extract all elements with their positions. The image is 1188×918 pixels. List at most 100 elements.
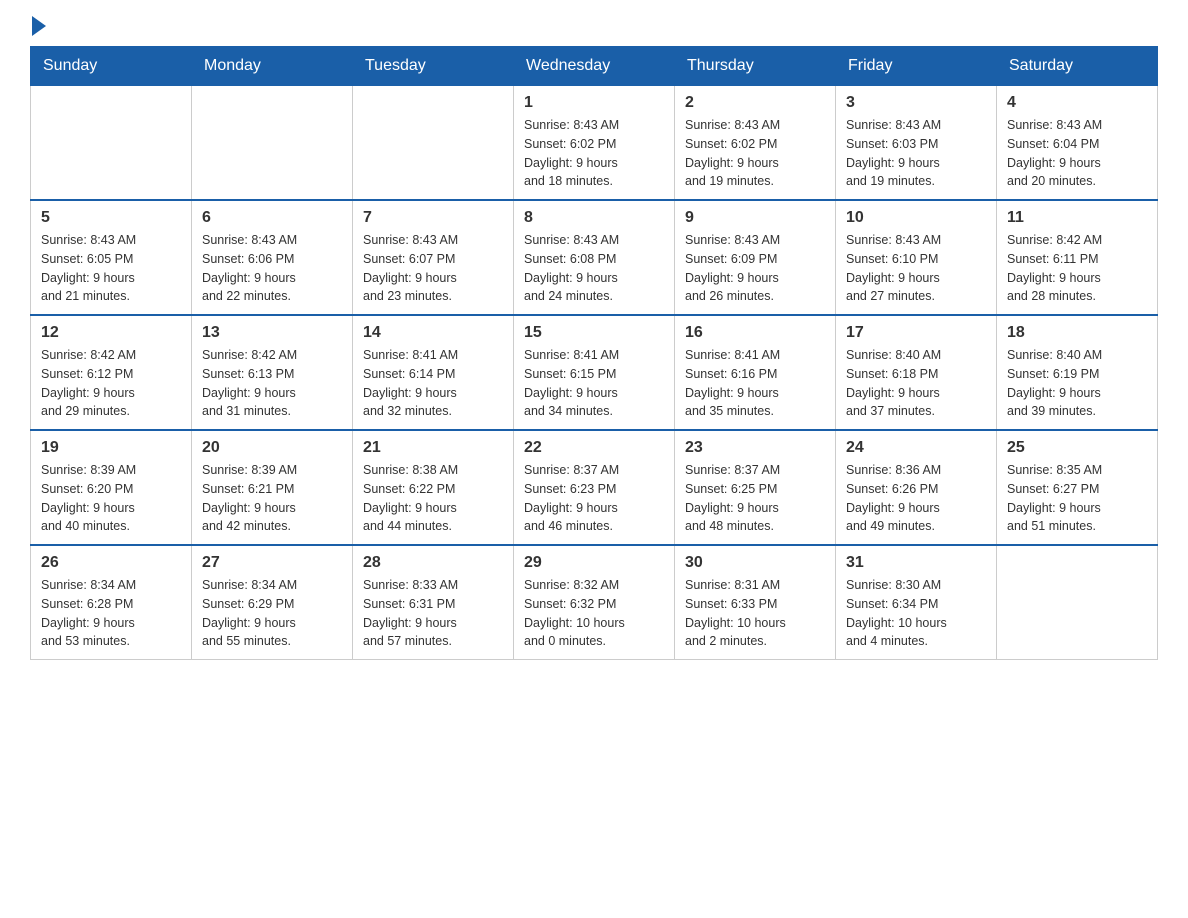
day-info: Sunrise: 8:32 AM Sunset: 6:32 PM Dayligh… xyxy=(524,576,664,651)
day-number: 21 xyxy=(363,439,503,457)
day-number: 25 xyxy=(1007,439,1147,457)
calendar-cell: 7 Sunrise: 8:43 AM Sunset: 6:07 PM Daylig… xyxy=(353,200,514,315)
day-info: Sunrise: 8:39 AM Sunset: 6:21 PM Dayligh… xyxy=(202,461,342,536)
day-info: Sunrise: 8:36 AM Sunset: 6:26 PM Dayligh… xyxy=(846,461,986,536)
day-info: Sunrise: 8:43 AM Sunset: 6:10 PM Dayligh… xyxy=(846,231,986,306)
day-info: Sunrise: 8:43 AM Sunset: 6:08 PM Dayligh… xyxy=(524,231,664,306)
day-info: Sunrise: 8:34 AM Sunset: 6:29 PM Dayligh… xyxy=(202,576,342,651)
day-number: 9 xyxy=(685,209,825,227)
day-number: 1 xyxy=(524,94,664,112)
logo xyxy=(30,20,46,36)
day-info: Sunrise: 8:41 AM Sunset: 6:15 PM Dayligh… xyxy=(524,346,664,421)
day-number: 23 xyxy=(685,439,825,457)
calendar-cell: 29Sunrise: 8:32 AM Sunset: 6:32 PM Dayli… xyxy=(514,545,675,660)
day-info: Sunrise: 8:39 AM Sunset: 6:20 PM Dayligh… xyxy=(41,461,181,536)
calendar-cell: 14 Sunrise: 8:41 AM Sunset: 6:14 PM Dayli… xyxy=(353,315,514,430)
day-info: Sunrise: 8:42 AM Sunset: 6:11 PM Dayligh… xyxy=(1007,231,1147,306)
day-number: 13 xyxy=(202,324,342,342)
calendar-cell: 28 Sunrise: 8:33 AM Sunset: 6:31 PM Dayli… xyxy=(353,545,514,660)
weekday-header-tuesday: Tuesday xyxy=(353,47,514,86)
calendar-cell: 13 Sunrise: 8:42 AM Sunset: 6:13 PM Dayli… xyxy=(192,315,353,430)
day-info: Sunrise: 8:42 AM Sunset: 6:12 PM Dayligh… xyxy=(41,346,181,421)
day-number: 31 xyxy=(846,554,986,572)
day-number: 3 xyxy=(846,94,986,112)
day-number: 14 xyxy=(363,324,503,342)
day-info: Sunrise: 8:40 AM Sunset: 6:19 PM Dayligh… xyxy=(1007,346,1147,421)
day-info: Sunrise: 8:40 AM Sunset: 6:18 PM Dayligh… xyxy=(846,346,986,421)
day-info: Sunrise: 8:43 AM Sunset: 6:06 PM Dayligh… xyxy=(202,231,342,306)
calendar-cell: 31 Sunrise: 8:30 AM Sunset: 6:34 PM Dayli… xyxy=(836,545,997,660)
calendar-cell: 1 Sunrise: 8:43 AM Sunset: 6:02 PM Daylig… xyxy=(514,86,675,201)
weekday-header-monday: Monday xyxy=(192,47,353,86)
day-info: Sunrise: 8:34 AM Sunset: 6:28 PM Dayligh… xyxy=(41,576,181,651)
day-info: Sunrise: 8:43 AM Sunset: 6:02 PM Dayligh… xyxy=(524,116,664,191)
calendar-table: SundayMondayTuesdayWednesdayThursdayFrid… xyxy=(30,46,1158,660)
calendar-cell: 23 Sunrise: 8:37 AM Sunset: 6:25 PM Dayli… xyxy=(675,430,836,545)
day-info: Sunrise: 8:43 AM Sunset: 6:07 PM Dayligh… xyxy=(363,231,503,306)
day-number: 18 xyxy=(1007,324,1147,342)
calendar-cell: 11 Sunrise: 8:42 AM Sunset: 6:11 PM Dayli… xyxy=(997,200,1158,315)
calendar-cell: 2 Sunrise: 8:43 AM Sunset: 6:02 PM Daylig… xyxy=(675,86,836,201)
weekday-header-thursday: Thursday xyxy=(675,47,836,86)
calendar-cell: 24 Sunrise: 8:36 AM Sunset: 6:26 PM Dayli… xyxy=(836,430,997,545)
day-info: Sunrise: 8:43 AM Sunset: 6:05 PM Dayligh… xyxy=(41,231,181,306)
day-number: 10 xyxy=(846,209,986,227)
calendar-cell: 3 Sunrise: 8:43 AM Sunset: 6:03 PM Daylig… xyxy=(836,86,997,201)
day-number: 24 xyxy=(846,439,986,457)
weekday-header-row: SundayMondayTuesdayWednesdayThursdayFrid… xyxy=(31,47,1158,86)
day-info: Sunrise: 8:38 AM Sunset: 6:22 PM Dayligh… xyxy=(363,461,503,536)
day-info: Sunrise: 8:43 AM Sunset: 6:03 PM Dayligh… xyxy=(846,116,986,191)
calendar-week-5: 26 Sunrise: 8:34 AM Sunset: 6:28 PM Dayli… xyxy=(31,545,1158,660)
day-info: Sunrise: 8:37 AM Sunset: 6:23 PM Dayligh… xyxy=(524,461,664,536)
day-info: Sunrise: 8:41 AM Sunset: 6:14 PM Dayligh… xyxy=(363,346,503,421)
day-number: 4 xyxy=(1007,94,1147,112)
calendar-week-4: 19Sunrise: 8:39 AM Sunset: 6:20 PM Dayli… xyxy=(31,430,1158,545)
day-number: 17 xyxy=(846,324,986,342)
day-number: 26 xyxy=(41,554,181,572)
day-number: 2 xyxy=(685,94,825,112)
calendar-cell: 10 Sunrise: 8:43 AM Sunset: 6:10 PM Dayli… xyxy=(836,200,997,315)
day-number: 28 xyxy=(363,554,503,572)
day-info: Sunrise: 8:43 AM Sunset: 6:09 PM Dayligh… xyxy=(685,231,825,306)
calendar-week-1: 1 Sunrise: 8:43 AM Sunset: 6:02 PM Daylig… xyxy=(31,86,1158,201)
day-number: 6 xyxy=(202,209,342,227)
day-number: 22 xyxy=(524,439,664,457)
day-info: Sunrise: 8:41 AM Sunset: 6:16 PM Dayligh… xyxy=(685,346,825,421)
day-number: 20 xyxy=(202,439,342,457)
calendar-cell: 18 Sunrise: 8:40 AM Sunset: 6:19 PM Dayli… xyxy=(997,315,1158,430)
calendar-cell xyxy=(31,86,192,201)
calendar-cell: 9 Sunrise: 8:43 AM Sunset: 6:09 PM Daylig… xyxy=(675,200,836,315)
day-number: 5 xyxy=(41,209,181,227)
calendar-week-3: 12 Sunrise: 8:42 AM Sunset: 6:12 PM Dayli… xyxy=(31,315,1158,430)
page-header xyxy=(30,20,1158,36)
calendar-cell: 21 Sunrise: 8:38 AM Sunset: 6:22 PM Dayli… xyxy=(353,430,514,545)
weekday-header-sunday: Sunday xyxy=(31,47,192,86)
day-number: 11 xyxy=(1007,209,1147,227)
day-info: Sunrise: 8:35 AM Sunset: 6:27 PM Dayligh… xyxy=(1007,461,1147,536)
calendar-cell: 30Sunrise: 8:31 AM Sunset: 6:33 PM Dayli… xyxy=(675,545,836,660)
calendar-cell xyxy=(997,545,1158,660)
calendar-cell: 16Sunrise: 8:41 AM Sunset: 6:16 PM Dayli… xyxy=(675,315,836,430)
calendar-cell: 6 Sunrise: 8:43 AM Sunset: 6:06 PM Daylig… xyxy=(192,200,353,315)
day-info: Sunrise: 8:30 AM Sunset: 6:34 PM Dayligh… xyxy=(846,576,986,651)
day-number: 30 xyxy=(685,554,825,572)
calendar-cell: 15 Sunrise: 8:41 AM Sunset: 6:15 PM Dayli… xyxy=(514,315,675,430)
calendar-cell: 17 Sunrise: 8:40 AM Sunset: 6:18 PM Dayli… xyxy=(836,315,997,430)
day-number: 8 xyxy=(524,209,664,227)
calendar-cell: 26 Sunrise: 8:34 AM Sunset: 6:28 PM Dayli… xyxy=(31,545,192,660)
calendar-cell: 20 Sunrise: 8:39 AM Sunset: 6:21 PM Dayli… xyxy=(192,430,353,545)
calendar-cell: 22 Sunrise: 8:37 AM Sunset: 6:23 PM Dayli… xyxy=(514,430,675,545)
day-info: Sunrise: 8:37 AM Sunset: 6:25 PM Dayligh… xyxy=(685,461,825,536)
calendar-cell xyxy=(192,86,353,201)
calendar-cell: 27 Sunrise: 8:34 AM Sunset: 6:29 PM Dayli… xyxy=(192,545,353,660)
day-info: Sunrise: 8:33 AM Sunset: 6:31 PM Dayligh… xyxy=(363,576,503,651)
day-number: 12 xyxy=(41,324,181,342)
logo-arrow-icon xyxy=(32,16,46,36)
day-number: 15 xyxy=(524,324,664,342)
day-info: Sunrise: 8:42 AM Sunset: 6:13 PM Dayligh… xyxy=(202,346,342,421)
calendar-cell xyxy=(353,86,514,201)
day-number: 7 xyxy=(363,209,503,227)
day-info: Sunrise: 8:43 AM Sunset: 6:04 PM Dayligh… xyxy=(1007,116,1147,191)
day-info: Sunrise: 8:43 AM Sunset: 6:02 PM Dayligh… xyxy=(685,116,825,191)
day-number: 27 xyxy=(202,554,342,572)
